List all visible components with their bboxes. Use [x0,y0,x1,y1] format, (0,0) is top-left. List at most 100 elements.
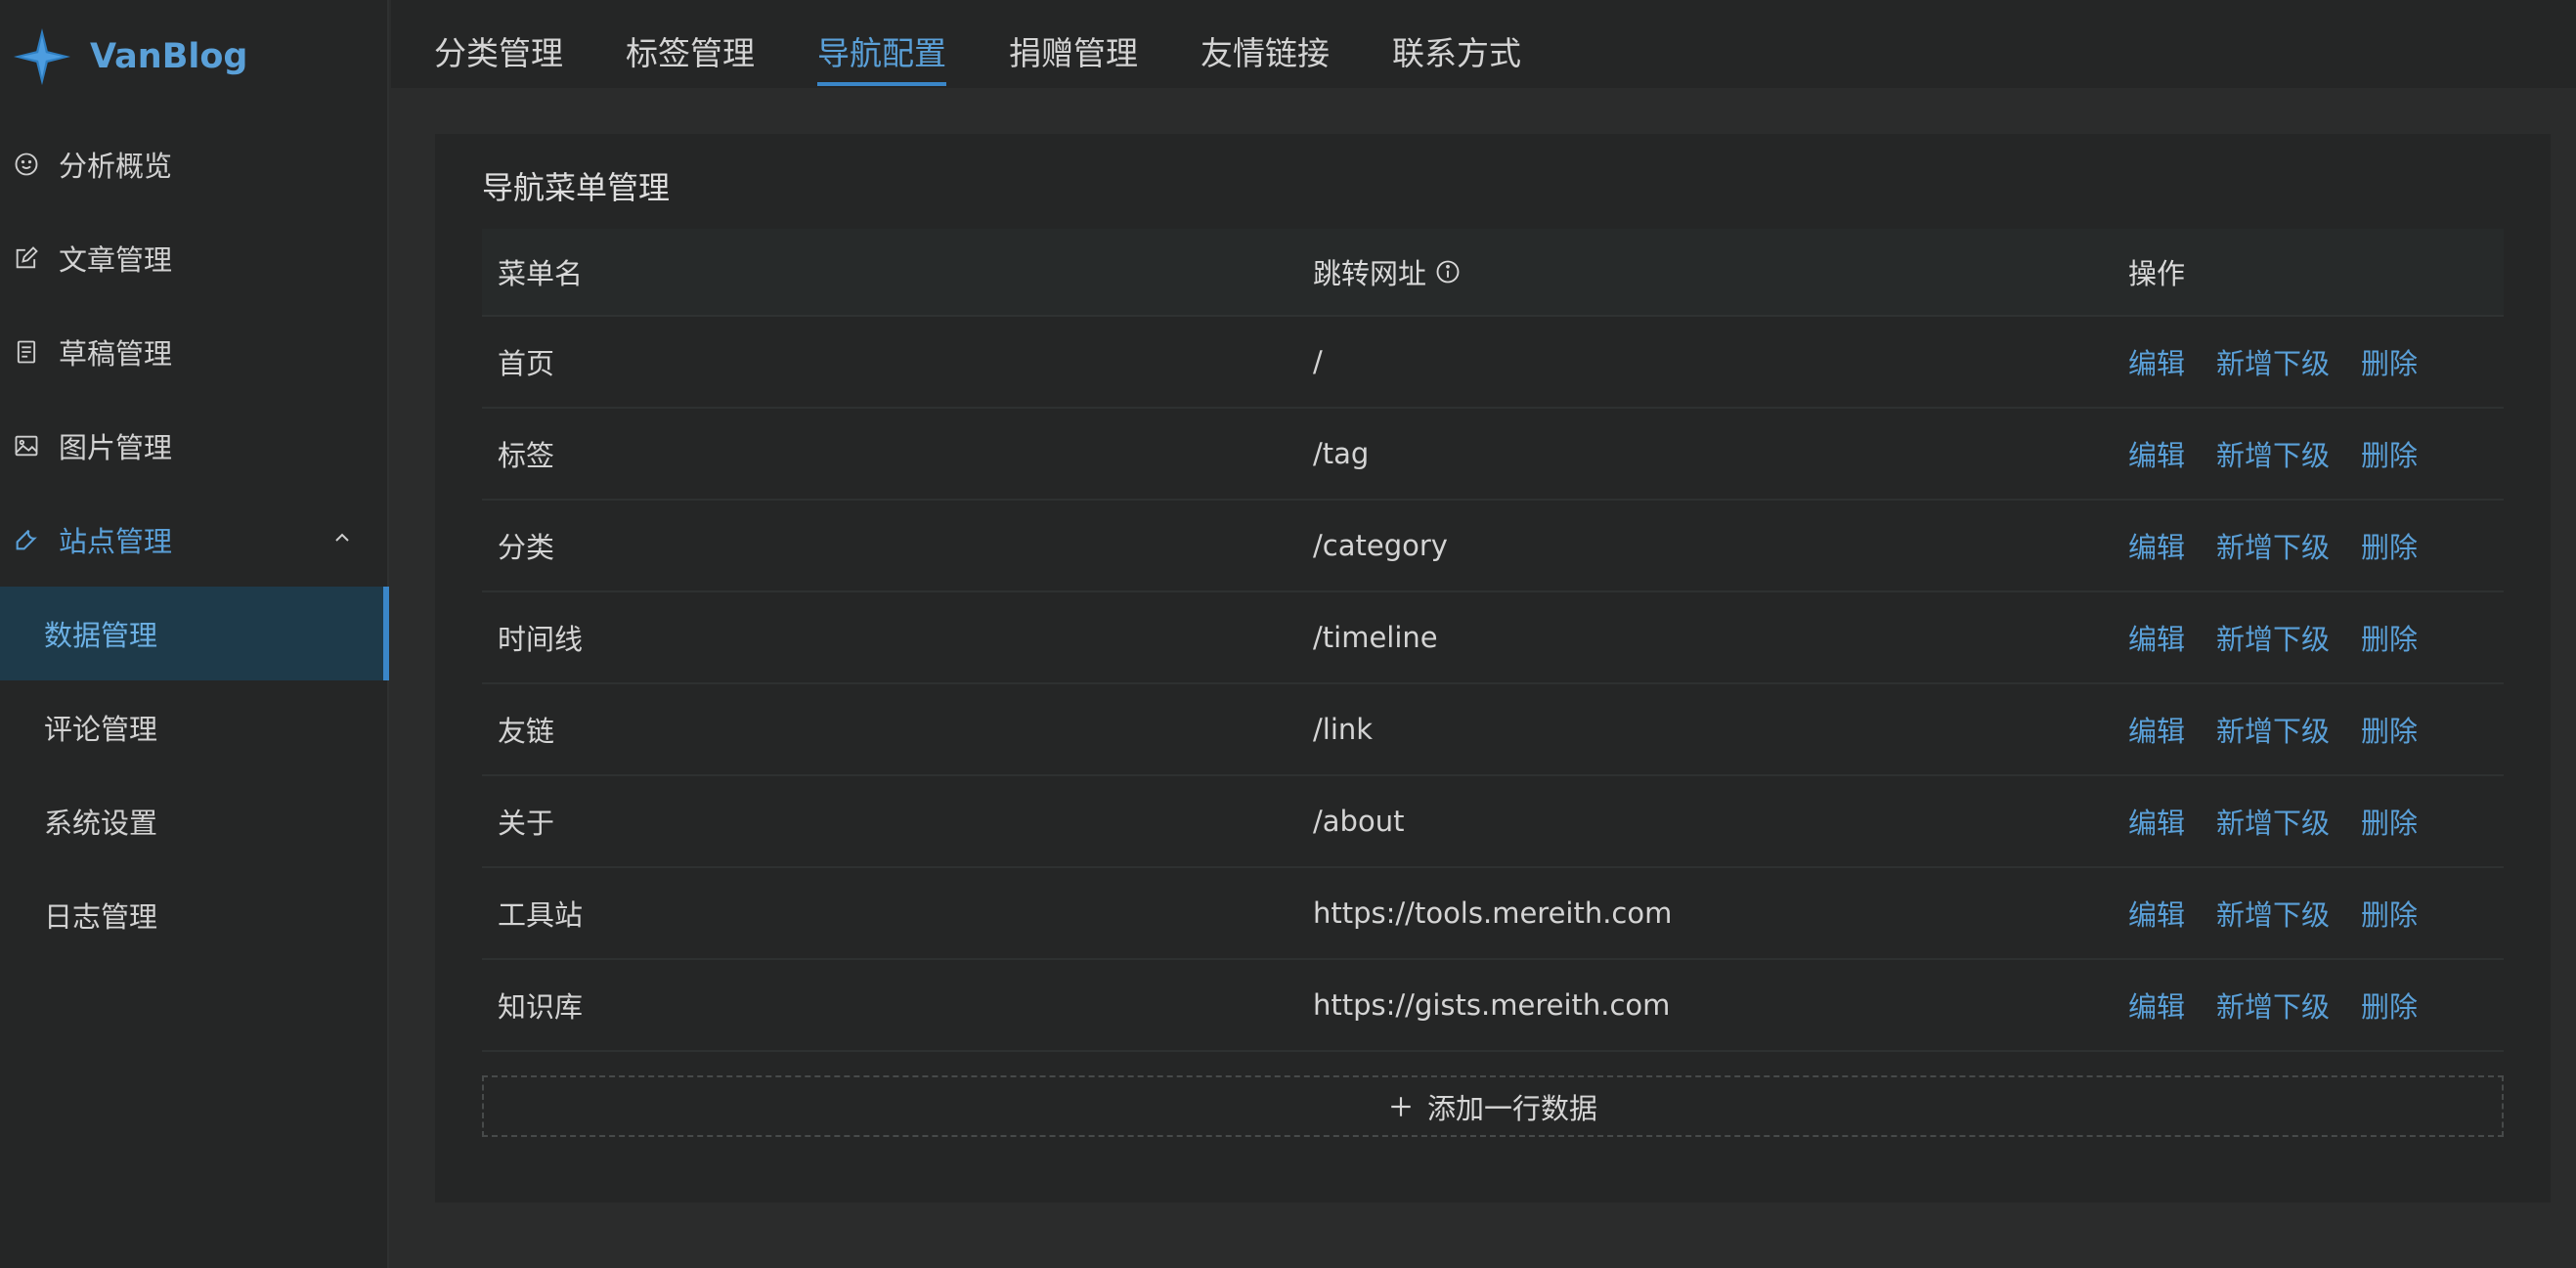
sidebar-item-site[interactable]: 站点管理 [0,493,389,587]
menu-name-cell: 时间线 [498,623,584,656]
table-row: 工具站 https://tools.mereith.com 编辑 新增下级 删除 [482,868,2504,960]
edit-link[interactable]: 编辑 [2128,341,2185,382]
edit-link[interactable]: 编辑 [2128,525,2185,566]
sidebar-item-articles[interactable]: 文章管理 [0,211,389,305]
delete-link[interactable]: 删除 [2361,709,2418,750]
add-child-link[interactable]: 新增下级 [2216,525,2330,566]
sidebar-item-label: 系统设置 [44,807,158,840]
add-child-link[interactable]: 新增下级 [2216,433,2330,474]
menu-name-cell: 标签 [498,439,555,472]
plus-icon [1391,1096,1411,1116]
actions-cell: 编辑 新增下级 删除 [2113,893,2504,934]
delete-link[interactable]: 删除 [2361,801,2418,842]
table-row: 标签 /tag 编辑 新增下级 删除 [482,409,2504,501]
tab-navigation[interactable]: 导航配置 [817,0,946,88]
sidebar-item-images[interactable]: 图片管理 [0,399,389,493]
menu-name-cell: 友链 [498,715,555,748]
tab-bar: 分类管理 标签管理 导航配置 捐赠管理 友情链接 联系方式 [391,0,2576,88]
menu-url-cell: https://gists.mereith.com [1313,988,1671,1022]
column-header-url-label: 跳转网址 [1313,257,1427,290]
info-icon[interactable] [1434,258,1462,285]
card-title: 导航菜单管理 [482,169,671,206]
sidebar-item-label: 草稿管理 [59,337,173,371]
add-child-link[interactable]: 新增下级 [2216,709,2330,750]
menu-url-cell: https://tools.mereith.com [1313,896,1673,930]
delete-link[interactable]: 删除 [2361,893,2418,934]
add-child-link[interactable]: 新增下级 [2216,617,2330,658]
sidebar-subitem-logs[interactable]: 日志管理 [0,868,389,962]
delete-link[interactable]: 删除 [2361,525,2418,566]
file-icon [12,337,41,367]
table-row: 时间线 /timeline 编辑 新增下级 删除 [482,592,2504,684]
edit-link[interactable]: 编辑 [2128,617,2185,658]
menu-url-cell: /timeline [1313,621,1438,654]
menu-url-cell: /category [1313,529,1448,562]
delete-link[interactable]: 删除 [2361,341,2418,382]
sidebar-item-analysis[interactable]: 分析概览 [0,117,389,211]
table-header: 菜单名 跳转网址 操作 [482,229,2504,317]
actions-cell: 编辑 新增下级 删除 [2113,617,2504,658]
menu-name-cell: 关于 [498,807,555,840]
edit-link[interactable]: 编辑 [2128,801,2185,842]
logo[interactable]: VanBlog [12,22,247,92]
tab-friend-links[interactable]: 友情链接 [1201,0,1330,88]
tab-categories[interactable]: 分类管理 [434,0,563,88]
chevron-up-icon[interactable] [330,526,354,549]
tab-contact[interactable]: 联系方式 [1392,0,1521,88]
menu-url-cell: / [1313,345,1323,378]
sidebar-subitem-comments[interactable]: 评论管理 [0,680,389,774]
nav-menu-card: 导航菜单管理 菜单名 跳转网址 操作 首页 / 编辑 新增下级 删除 标签 /t… [435,134,2551,1202]
column-header-actions: 操作 [2128,257,2186,290]
delete-link[interactable]: 删除 [2361,617,2418,658]
sidebar-item-label: 图片管理 [59,431,173,464]
sidebar-item-label: 日志管理 [44,900,158,934]
menu-name-cell: 首页 [498,347,555,380]
delete-link[interactable]: 删除 [2361,984,2418,1026]
column-header-name: 菜单名 [498,257,584,290]
add-row-button[interactable]: 添加一行数据 [482,1075,2504,1137]
column-header-url: 跳转网址 [1297,251,2113,292]
tab-tags[interactable]: 标签管理 [626,0,755,88]
menu-name-cell: 分类 [498,531,555,564]
sidebar-menu: 分析概览 文章管理 草稿管理 图片管理 站点管理 数据管理 评论管理 系统设置 … [0,117,389,962]
edit-link[interactable]: 编辑 [2128,709,2185,750]
add-child-link[interactable]: 新增下级 [2216,801,2330,842]
table-row: 关于 /about 编辑 新增下级 删除 [482,776,2504,868]
actions-cell: 编辑 新增下级 删除 [2113,709,2504,750]
sidebar-subitem-data[interactable]: 数据管理 [0,587,389,680]
add-child-link[interactable]: 新增下级 [2216,984,2330,1026]
menu-url-cell: /tag [1313,437,1370,470]
menu-name-cell: 工具站 [498,898,584,932]
menu-name-cell: 知识库 [498,990,584,1024]
tool-icon [12,525,41,554]
sidebar-item-label: 分析概览 [59,150,173,183]
edit-link[interactable]: 编辑 [2128,893,2185,934]
sidebar-item-label: 文章管理 [59,243,173,277]
table-row: 知识库 https://gists.mereith.com 编辑 新增下级 删除 [482,960,2504,1052]
table-row: 首页 / 编辑 新增下级 删除 [482,317,2504,409]
sidebar-item-label: 数据管理 [44,619,158,652]
add-child-link[interactable]: 新增下级 [2216,893,2330,934]
app-name: VanBlog [90,37,248,76]
sidebar: VanBlog 分析概览 文章管理 草稿管理 图片管理 站点管理 数据管理 评论… [0,0,389,1268]
actions-cell: 编辑 新增下级 删除 [2113,984,2504,1026]
star-logo-icon [13,27,71,86]
table-row: 分类 /category 编辑 新增下级 删除 [482,501,2504,592]
edit-link[interactable]: 编辑 [2128,984,2185,1026]
actions-cell: 编辑 新增下级 删除 [2113,801,2504,842]
edit-link[interactable]: 编辑 [2128,433,2185,474]
sidebar-subitem-settings[interactable]: 系统设置 [0,774,389,868]
menu-url-cell: /link [1313,713,1374,746]
add-row-label: 添加一行数据 [1426,1091,1597,1125]
sidebar-item-label: 站点管理 [59,525,173,558]
picture-icon [12,431,41,460]
actions-cell: 编辑 新增下级 删除 [2113,341,2504,382]
nav-menu-table: 菜单名 跳转网址 操作 首页 / 编辑 新增下级 删除 标签 /tag 编辑 新… [482,229,2504,1052]
menu-url-cell: /about [1313,805,1405,838]
tab-donations[interactable]: 捐赠管理 [1009,0,1138,88]
table-row: 友链 /link 编辑 新增下级 删除 [482,684,2504,776]
add-child-link[interactable]: 新增下级 [2216,341,2330,382]
delete-link[interactable]: 删除 [2361,433,2418,474]
sidebar-item-drafts[interactable]: 草稿管理 [0,305,389,399]
sidebar-item-label: 评论管理 [44,713,158,746]
